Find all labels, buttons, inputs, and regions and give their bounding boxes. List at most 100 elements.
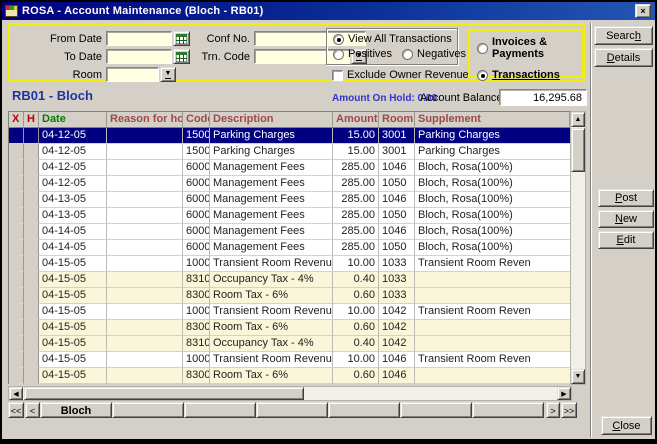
table-row[interactable]: 04-15-051000Transient Room Revenue10.001…	[9, 304, 570, 320]
room-input[interactable]	[106, 67, 159, 82]
record-tab-bloch[interactable]: Bloch	[40, 402, 112, 418]
details-button[interactable]: Details	[594, 48, 653, 67]
cell-amount: 285.00	[333, 224, 379, 240]
scroll-right-icon[interactable]: ▶	[557, 387, 571, 400]
row-mark-cell	[9, 320, 24, 336]
scroll-down-icon[interactable]: ▼	[571, 369, 585, 384]
column-header: X	[9, 112, 24, 127]
row-mark-cell	[9, 368, 24, 384]
cell-code: 6000	[183, 208, 210, 224]
room-dropdown-button[interactable]: ▼	[160, 67, 176, 82]
cell-date: 04-14-05	[39, 224, 107, 240]
view-option-radio[interactable]: Positives	[333, 48, 392, 60]
row-mark-cell	[9, 272, 24, 288]
row-mark-cell	[24, 176, 39, 192]
cell-code: 8310	[183, 336, 210, 352]
nav-next-button[interactable]: >	[546, 402, 560, 418]
vertical-scrollbar[interactable]: ▲ ▼	[570, 111, 586, 385]
row-mark-cell	[24, 288, 39, 304]
cell-room: 1046	[379, 192, 415, 208]
cell-reason	[107, 192, 183, 208]
horizontal-scrollbar[interactable]: ◀ ▶	[8, 386, 572, 401]
app-window: ROSA - Account Maintenance (Bloch - RB01…	[0, 0, 657, 444]
column-header: Code	[183, 112, 210, 127]
table-row[interactable]: 04-15-058300Room Tax - 6%0.601046	[9, 368, 570, 384]
close-button[interactable]: Close	[601, 416, 652, 435]
post-button[interactable]: Post	[598, 189, 654, 207]
cell-room: 1042	[379, 336, 415, 352]
table-row[interactable]: 04-14-056000Management Fees285.001050Blo…	[9, 240, 570, 256]
title-bar[interactable]: ROSA - Account Maintenance (Bloch - RB01…	[2, 2, 655, 20]
horizontal-scrollbar-thumb[interactable]	[24, 387, 304, 400]
record-tab-empty[interactable]	[400, 402, 472, 418]
cell-room: 3001	[379, 144, 415, 160]
search-button[interactable]: Search	[594, 26, 653, 45]
radio-icon	[333, 34, 344, 45]
cell-room: 1042	[379, 304, 415, 320]
cell-reason	[107, 368, 183, 384]
cell-supplement	[415, 336, 570, 352]
nav-last-button[interactable]: >>	[561, 402, 577, 418]
conf-no-label: Conf No.	[178, 33, 250, 45]
scroll-up-icon[interactable]: ▲	[571, 112, 585, 127]
row-mark-cell	[24, 160, 39, 176]
record-tab-empty[interactable]	[112, 402, 184, 418]
table-row[interactable]: 04-12-056000Management Fees285.001046Blo…	[9, 160, 570, 176]
table-row[interactable]: 04-15-051000Transient Room Revenue10.001…	[9, 352, 570, 368]
table-row[interactable]: 04-13-056000Management Fees285.001050Blo…	[9, 208, 570, 224]
table-row[interactable]: 04-13-056000Management Fees285.001046Blo…	[9, 192, 570, 208]
cell-supplement: Parking Charges	[415, 128, 570, 144]
panel-divider	[590, 23, 592, 437]
radio-label: Transactions	[492, 69, 560, 81]
mode-option-radio[interactable]: Invoices & Payments	[477, 36, 582, 60]
row-mark-cell	[24, 224, 39, 240]
mode-group: Invoices & Payments Transactions	[468, 29, 584, 78]
cell-code: 6000	[183, 176, 210, 192]
table-row[interactable]: 04-15-058310Occupancy Tax - 4%0.401033	[9, 272, 570, 288]
close-window-icon[interactable]: ×	[635, 4, 651, 18]
row-mark-cell	[9, 288, 24, 304]
row-mark-cell	[9, 192, 24, 208]
table-row[interactable]: 04-15-058300Room Tax - 6%0.601033	[9, 288, 570, 304]
cell-date: 04-12-05	[39, 128, 107, 144]
table-row[interactable]: 04-15-058300Room Tax - 6%0.601042	[9, 320, 570, 336]
radio-label: Negatives	[417, 48, 466, 60]
record-tab-empty[interactable]	[256, 402, 328, 418]
amount-on-hold-label: Amount On Hold:	[332, 93, 415, 104]
to-date-input[interactable]	[106, 49, 172, 64]
table-row[interactable]: 04-12-056000Management Fees285.001050Blo…	[9, 176, 570, 192]
cell-description: Transient Room Revenue	[210, 256, 333, 272]
scroll-left-icon[interactable]: ◀	[9, 387, 23, 400]
cell-amount: 285.00	[333, 160, 379, 176]
cell-description: Parking Charges	[210, 128, 333, 144]
from-date-label: From Date	[18, 33, 102, 45]
table-row[interactable]: 04-15-051000Transient Room Revenue10.001…	[9, 256, 570, 272]
vertical-scrollbar-thumb[interactable]	[571, 128, 585, 172]
cell-code: 8300	[183, 320, 210, 336]
table-row[interactable]: 04-12-051500Parking Charges15.003001Park…	[9, 144, 570, 160]
record-tab-empty[interactable]	[328, 402, 400, 418]
row-mark-cell	[9, 128, 24, 144]
table-row[interactable]: 04-12-051500Parking Charges15.003001Park…	[9, 128, 570, 144]
record-tab-empty[interactable]	[472, 402, 544, 418]
record-tab-empty[interactable]	[184, 402, 256, 418]
view-option-radio[interactable]: View All Transactions	[333, 33, 452, 45]
mode-option-radio[interactable]: Transactions	[477, 69, 582, 81]
cell-code: 8310	[183, 272, 210, 288]
transactions-table: XHDateReason for hold/un-holdCodeDescrip…	[8, 111, 571, 384]
nav-first-button[interactable]: <<	[8, 402, 24, 418]
exclude-owner-revenue-checkbox[interactable]: Exclude Owner Revenue	[332, 69, 469, 81]
cell-supplement: Transient Room Reven	[415, 304, 570, 320]
edit-button[interactable]: Edit	[598, 231, 654, 249]
view-option-radio[interactable]: Negatives	[402, 48, 466, 60]
from-date-input[interactable]	[106, 31, 172, 46]
row-mark-cell	[9, 160, 24, 176]
table-row[interactable]: 04-14-056000Management Fees285.001046Blo…	[9, 224, 570, 240]
filter-panel: From Date To Date Room ▼ Conf No. Trn. C…	[8, 23, 586, 82]
new-button[interactable]: New	[598, 210, 654, 228]
table-row[interactable]: 04-15-058310Occupancy Tax - 4%0.401042	[9, 336, 570, 352]
cell-room: 1050	[379, 176, 415, 192]
cell-date: 04-15-05	[39, 320, 107, 336]
nav-prev-button[interactable]: <	[25, 402, 40, 418]
cell-date: 04-12-05	[39, 144, 107, 160]
